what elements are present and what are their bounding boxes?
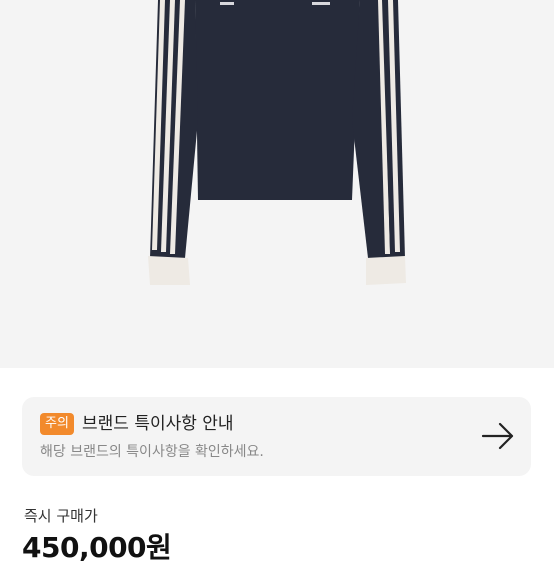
caution-badge: 주의 [40,413,74,435]
instant-buy-label: 즉시 구매가 [24,507,98,525]
sweatshirt-illustration [148,0,406,285]
notice-subtitle: 해당 브랜드의 특이사항을 확인하세요. [40,444,264,460]
brand-notice-card[interactable]: 주의 브랜드 특이사항 안내 해당 브랜드의 특이사항을 확인하세요. [22,397,531,476]
product-image[interactable] [0,0,554,368]
instant-buy-price: 450,000원 [22,531,172,564]
notice-title: 브랜드 특이사항 안내 [82,414,234,434]
arrow-right-icon[interactable] [481,421,515,451]
